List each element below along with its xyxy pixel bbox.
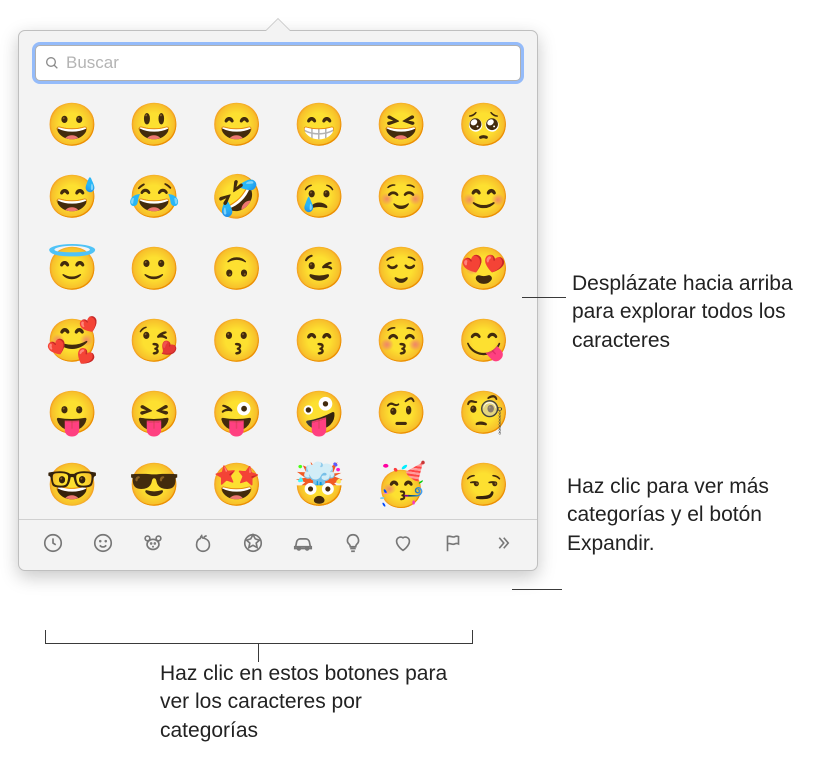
emoji-cell[interactable]: 😜 xyxy=(213,389,261,437)
category-animals[interactable] xyxy=(131,528,175,558)
emoji-cell[interactable]: 😄 xyxy=(213,101,261,149)
emoji-cell[interactable]: 🤩 xyxy=(213,461,261,509)
emoji-cell[interactable]: 😇 xyxy=(48,245,96,293)
emoji-cell[interactable]: 😘 xyxy=(130,317,178,365)
emoji-cell[interactable]: 🥳 xyxy=(377,461,425,509)
emoji-cell[interactable]: 🥺 xyxy=(460,101,508,149)
emoji-cell[interactable]: 🤪 xyxy=(295,389,343,437)
emoji-cell[interactable]: ☺️ xyxy=(377,173,425,221)
emoji-cell[interactable]: 🤨 xyxy=(377,389,425,437)
emoji-cell[interactable]: 😊 xyxy=(460,173,508,221)
emoji-cell[interactable]: 😚 xyxy=(377,317,425,365)
emoji-cell[interactable]: 😃 xyxy=(130,101,178,149)
more-categories-button[interactable] xyxy=(481,528,525,558)
category-flags[interactable] xyxy=(431,528,475,558)
callout-leader xyxy=(512,589,562,590)
emoji-cell[interactable]: 😋 xyxy=(460,317,508,365)
callout-more: Haz clic para ver más categorías y el bo… xyxy=(567,473,822,558)
category-objects[interactable] xyxy=(331,528,375,558)
emoji-cell[interactable]: 🤯 xyxy=(295,461,343,509)
category-recent[interactable] xyxy=(31,528,75,558)
emoji-cell[interactable]: 🙃 xyxy=(213,245,261,293)
emoji-cell[interactable]: 🙂 xyxy=(130,245,178,293)
emoji-cell[interactable]: 😗 xyxy=(213,317,261,365)
search-row xyxy=(19,31,537,91)
emoji-cell[interactable]: 😛 xyxy=(48,389,96,437)
callout-scroll: Desplázate hacia arriba para explorar to… xyxy=(572,270,812,355)
emoji-grid: 😀 😃 😄 😁 😆 🥺 😅 😂 🤣 😢 ☺️ 😊 😇 🙂 🙃 😉 😌 😍 🥰 😘 😗 😙 😚 😋 😛 😝 😜 🤪 🤨 🧐 🤓 😎 🤩 🤯 🥳 😏 xyxy=(19,91,537,519)
category-activity[interactable] xyxy=(231,528,275,558)
character-viewer-popover: 😀 😃 😄 😁 😆 🥺 😅 😂 🤣 😢 ☺️ 😊 😇 🙂 🙃 😉 😌 😍 🥰 😘 😗 😙 😚 😋 😛 😝 😜 🤪 🤨 🧐 🤓 😎 🤩 🤯 🥳 😏 xyxy=(18,30,538,571)
emoji-cell[interactable]: 😎 xyxy=(130,461,178,509)
emoji-cell[interactable]: 🤣 xyxy=(213,173,261,221)
callout-categories: Haz clic en estos botones para ver los c… xyxy=(160,660,460,745)
emoji-cell[interactable]: 🥰 xyxy=(48,317,96,365)
category-food[interactable] xyxy=(181,528,225,558)
category-symbols[interactable] xyxy=(381,528,425,558)
category-travel[interactable] xyxy=(281,528,325,558)
emoji-cell[interactable]: 😁 xyxy=(295,101,343,149)
emoji-cell[interactable]: 😉 xyxy=(295,245,343,293)
search-field[interactable] xyxy=(35,45,521,81)
emoji-cell[interactable]: 🧐 xyxy=(460,389,508,437)
emoji-cell[interactable]: 😌 xyxy=(377,245,425,293)
emoji-cell[interactable]: 😙 xyxy=(295,317,343,365)
emoji-cell[interactable]: 😢 xyxy=(295,173,343,221)
category-smileys[interactable] xyxy=(81,528,125,558)
emoji-cell[interactable]: 😀 xyxy=(48,101,96,149)
emoji-cell[interactable]: 😝 xyxy=(130,389,178,437)
callout-bracket xyxy=(45,630,473,644)
emoji-cell[interactable]: 😆 xyxy=(377,101,425,149)
emoji-cell[interactable]: 🤓 xyxy=(48,461,96,509)
callout-leader xyxy=(522,297,566,298)
emoji-cell[interactable]: 😅 xyxy=(48,173,96,221)
emoji-cell[interactable]: 😏 xyxy=(460,461,508,509)
emoji-cell[interactable]: 😂 xyxy=(130,173,178,221)
search-input[interactable] xyxy=(66,53,512,73)
category-bar xyxy=(19,519,537,570)
search-icon xyxy=(44,55,60,71)
emoji-cell[interactable]: 😍 xyxy=(460,245,508,293)
